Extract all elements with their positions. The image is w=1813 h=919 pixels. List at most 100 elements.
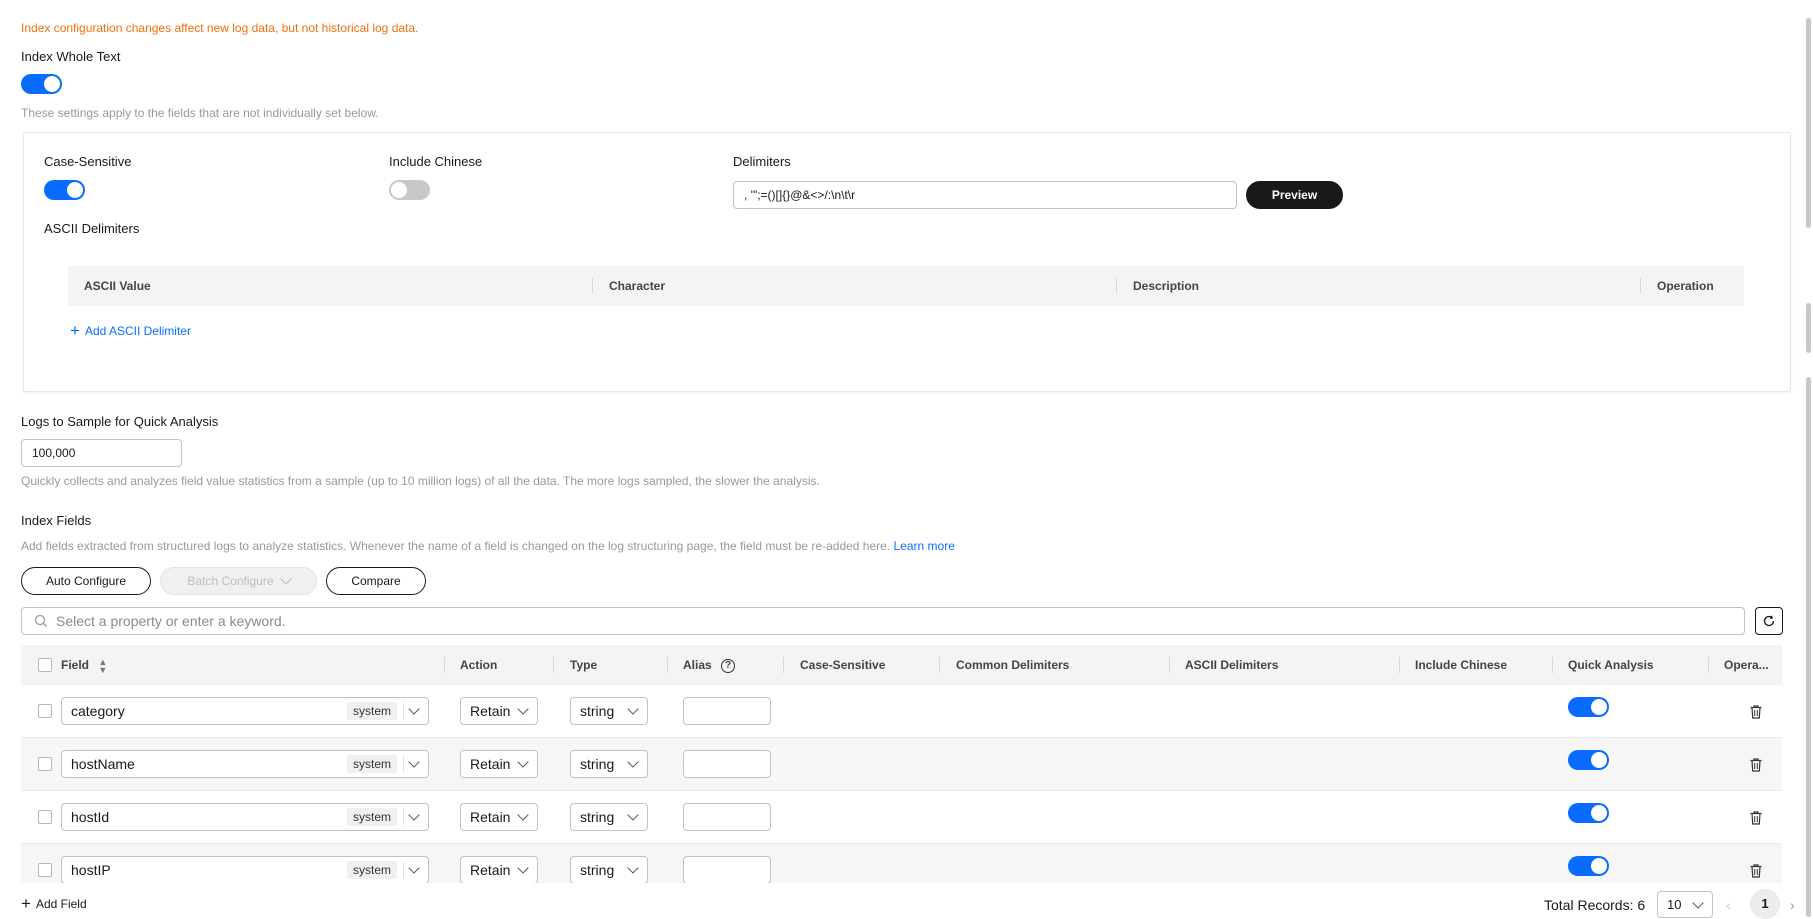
- chevron-down-icon: [627, 809, 639, 821]
- chevron-down-icon: [517, 756, 529, 768]
- logs-to-sample-input[interactable]: 100,000: [21, 439, 182, 467]
- delete-icon[interactable]: [1750, 864, 1762, 878]
- field-name: hostIP: [71, 862, 111, 878]
- refresh-icon: [1763, 615, 1775, 627]
- field-select[interactable]: hostIP system: [61, 856, 429, 883]
- row-checkbox[interactable]: [38, 704, 52, 718]
- refresh-button[interactable]: [1755, 607, 1783, 635]
- page-size-value: 10: [1667, 897, 1682, 912]
- quick-analysis-toggle[interactable]: [1568, 697, 1609, 717]
- auto-configure-button[interactable]: Auto Configure: [21, 567, 151, 595]
- add-ascii-delimiter-link[interactable]: + Add ASCII Delimiter: [70, 321, 191, 340]
- batch-configure-button[interactable]: Batch Configure: [160, 567, 317, 595]
- ascii-col-description: Description: [1133, 279, 1200, 293]
- search-placeholder: Select a property or enter a keyword.: [56, 613, 286, 629]
- system-tag: system: [346, 702, 397, 720]
- help-icon[interactable]: ?: [721, 658, 736, 673]
- page-number-current[interactable]: 1: [1750, 889, 1780, 919]
- alias-input[interactable]: [683, 697, 771, 725]
- ascii-col-value: ASCII Value: [84, 279, 151, 293]
- search-icon: [34, 614, 47, 627]
- select-all-checkbox[interactable]: [38, 658, 52, 672]
- col-quick-analysis: Quick Analysis: [1568, 658, 1654, 672]
- chevron-down-icon: [627, 862, 639, 874]
- col-operation: Opera...: [1724, 658, 1769, 672]
- ascii-delimiters-label: ASCII Delimiters: [44, 221, 140, 236]
- scrollbar-thumb[interactable]: [1806, 18, 1811, 228]
- delete-icon[interactable]: [1750, 758, 1762, 772]
- delete-icon[interactable]: [1750, 705, 1762, 719]
- alias-input[interactable]: [683, 803, 771, 831]
- logs-to-sample-hint: Quickly collects and analyzes field valu…: [21, 474, 820, 488]
- table-row: hostId system Retain string: [21, 791, 1782, 844]
- scrollbar-thumb[interactable]: [1806, 303, 1811, 353]
- table-row: hostIP system Retain string: [21, 844, 1782, 883]
- alias-input[interactable]: [683, 750, 771, 778]
- ascii-col-operation: Operation: [1657, 279, 1714, 293]
- row-checkbox[interactable]: [38, 810, 52, 824]
- field-name: hostId: [71, 809, 110, 825]
- type-select[interactable]: string: [570, 697, 648, 725]
- alias-input[interactable]: [683, 856, 771, 883]
- logs-to-sample-value: 100,000: [32, 446, 76, 460]
- plus-icon: +: [21, 894, 31, 913]
- case-sensitive-toggle[interactable]: [44, 180, 85, 200]
- chevron-down-icon: [517, 862, 529, 874]
- type-select[interactable]: string: [570, 750, 648, 778]
- action-select[interactable]: Retain: [460, 697, 538, 725]
- sort-icon[interactable]: ▲ ▼: [98, 657, 107, 674]
- row-checkbox[interactable]: [38, 757, 52, 771]
- preview-button[interactable]: Preview: [1246, 181, 1343, 209]
- type-value: string: [580, 809, 615, 825]
- action-select[interactable]: Retain: [460, 803, 538, 831]
- delete-icon[interactable]: [1750, 811, 1762, 825]
- type-select[interactable]: string: [570, 803, 648, 831]
- add-field-button[interactable]: + Add Field: [21, 894, 87, 913]
- action-select[interactable]: Retain: [460, 750, 538, 778]
- include-chinese-toggle[interactable]: [389, 180, 430, 200]
- page-size-select[interactable]: 10: [1657, 891, 1713, 918]
- case-sensitive-label: Case-Sensitive: [44, 154, 132, 169]
- col-ascii-delimiters: ASCII Delimiters: [1185, 658, 1279, 672]
- col-action: Action: [460, 658, 498, 672]
- chevron-down-icon: [408, 862, 420, 874]
- learn-more-link[interactable]: Learn more: [894, 539, 955, 553]
- col-field[interactable]: Field ▲ ▼: [61, 645, 107, 685]
- next-page-icon[interactable]: ›: [1790, 897, 1795, 913]
- compare-button[interactable]: Compare: [326, 567, 426, 595]
- field-select[interactable]: hostName system: [61, 750, 429, 778]
- index-fields-hint: Add fields extracted from structured log…: [21, 539, 955, 553]
- type-select[interactable]: string: [570, 856, 648, 883]
- system-tag: system: [346, 861, 397, 879]
- type-value: string: [580, 703, 615, 719]
- col-case-sensitive: Case-Sensitive: [800, 658, 886, 672]
- chevron-down-icon: [517, 809, 529, 821]
- total-records: Total Records: 6: [1544, 897, 1646, 913]
- chevron-down-icon: [627, 756, 639, 768]
- plus-icon: +: [70, 321, 80, 340]
- row-checkbox[interactable]: [38, 863, 52, 877]
- action-value: Retain: [470, 809, 511, 825]
- index-whole-text-toggle[interactable]: [21, 74, 62, 94]
- chevron-down-icon: [408, 703, 420, 715]
- action-select[interactable]: Retain: [460, 856, 538, 883]
- system-tag: system: [346, 808, 397, 826]
- field-select[interactable]: category system: [61, 697, 429, 725]
- index-change-notice: Index configuration changes affect new l…: [21, 21, 419, 35]
- table-row: category system Retain string: [21, 685, 1782, 738]
- delimiters-input[interactable]: , '";=()[]{}@&<>/:\n\t\r: [733, 181, 1237, 209]
- scrollbar-thumb[interactable]: [1806, 377, 1811, 917]
- index-fields-table-body: category system Retain string hostName s…: [0, 685, 1813, 883]
- ascii-delimiters-table-header: ASCII Value Character Description Operat…: [68, 266, 1744, 306]
- include-chinese-label: Include Chinese: [389, 154, 483, 169]
- delimiters-value: , '";=()[]{}@&<>/:\n\t\r: [744, 188, 856, 202]
- prev-page-icon[interactable]: ‹: [1726, 897, 1731, 913]
- add-ascii-delimiter-label: Add ASCII Delimiter: [84, 324, 191, 338]
- field-search-input[interactable]: Select a property or enter a keyword.: [21, 607, 1745, 635]
- quick-analysis-toggle[interactable]: [1568, 856, 1609, 876]
- field-select[interactable]: hostId system: [61, 803, 429, 831]
- quick-analysis-toggle[interactable]: [1568, 803, 1609, 823]
- quick-analysis-toggle[interactable]: [1568, 750, 1609, 770]
- col-common-delimiters: Common Delimiters: [956, 658, 1070, 672]
- chevron-down-icon: [408, 809, 420, 821]
